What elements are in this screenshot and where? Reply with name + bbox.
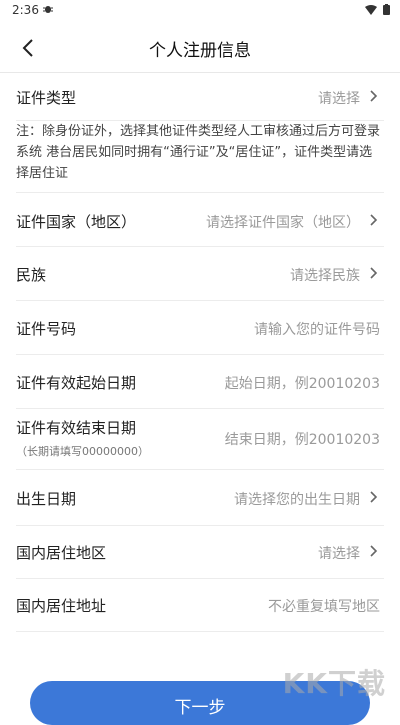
id-number-input[interactable]: 请输入您的证件号码	[254, 319, 380, 339]
birthdate-value: 请选择您的出生日期	[234, 492, 360, 508]
residence-area-label: 国内居住地区	[16, 544, 107, 562]
valid-end-hint: （长期请填写00000000）	[16, 445, 149, 458]
ethnicity-label: 民族	[16, 266, 47, 284]
birthdate-select[interactable]: 出生日期 请选择您的出生日期	[16, 470, 384, 526]
valid-end-input[interactable]: 结束日期，例20010203	[225, 429, 380, 449]
watermark-logo: KK下载	[282, 667, 386, 700]
country-value: 请选择证件国家（地区）	[206, 215, 360, 231]
ethnicity-select[interactable]: 民族 请选择民族	[16, 247, 384, 301]
id-number-label: 证件号码	[16, 320, 77, 338]
residence-area-value: 请选择	[318, 546, 360, 562]
status-time: 2:36	[12, 3, 39, 17]
valid-start-field[interactable]: 证件有效起始日期 起始日期，例20010203	[16, 355, 384, 409]
chevron-right-icon	[370, 90, 378, 102]
country-select[interactable]: 证件国家（地区） 请选择证件国家（地区）	[16, 193, 384, 247]
residence-area-select[interactable]: 国内居住地区 请选择	[16, 526, 384, 579]
chevron-right-icon	[370, 214, 378, 226]
battery-icon	[383, 4, 390, 18]
chevron-right-icon	[370, 491, 378, 503]
chevron-right-icon	[370, 267, 378, 279]
chevron-right-icon	[370, 545, 378, 557]
residence-address-field[interactable]: 国内居住地址 不必重复填写地区	[16, 579, 384, 632]
nav-bar: 个人注册信息	[0, 24, 400, 72]
valid-end-label: 证件有效结束日期	[16, 419, 137, 437]
valid-end-field[interactable]: 证件有效结束日期 （长期请填写00000000） 结束日期，例20010203	[16, 409, 384, 470]
residence-address-label: 国内居住地址	[16, 597, 107, 615]
bug-icon	[42, 3, 54, 18]
id-number-field[interactable]: 证件号码 请输入您的证件号码	[16, 301, 384, 355]
document-type-select[interactable]: 证件类型 请选择	[16, 73, 384, 121]
birthdate-label: 出生日期	[16, 490, 77, 508]
residence-address-input[interactable]: 不必重复填写地区	[268, 596, 380, 616]
ethnicity-value: 请选择民族	[290, 268, 360, 284]
country-label: 证件国家（地区）	[16, 213, 137, 231]
wifi-icon	[365, 4, 377, 18]
status-bar: 2:36	[0, 0, 400, 20]
document-type-value: 请选择	[318, 91, 360, 107]
valid-start-label: 证件有效起始日期	[16, 374, 137, 392]
document-type-label: 证件类型	[16, 89, 77, 107]
page-title: 个人注册信息	[149, 41, 251, 61]
document-type-note: 注：除身份证外，选择其他证件类型经人工审核通过后方可登录系统 港台居民如同时拥有…	[16, 121, 384, 193]
valid-start-input[interactable]: 起始日期，例20010203	[225, 373, 380, 393]
